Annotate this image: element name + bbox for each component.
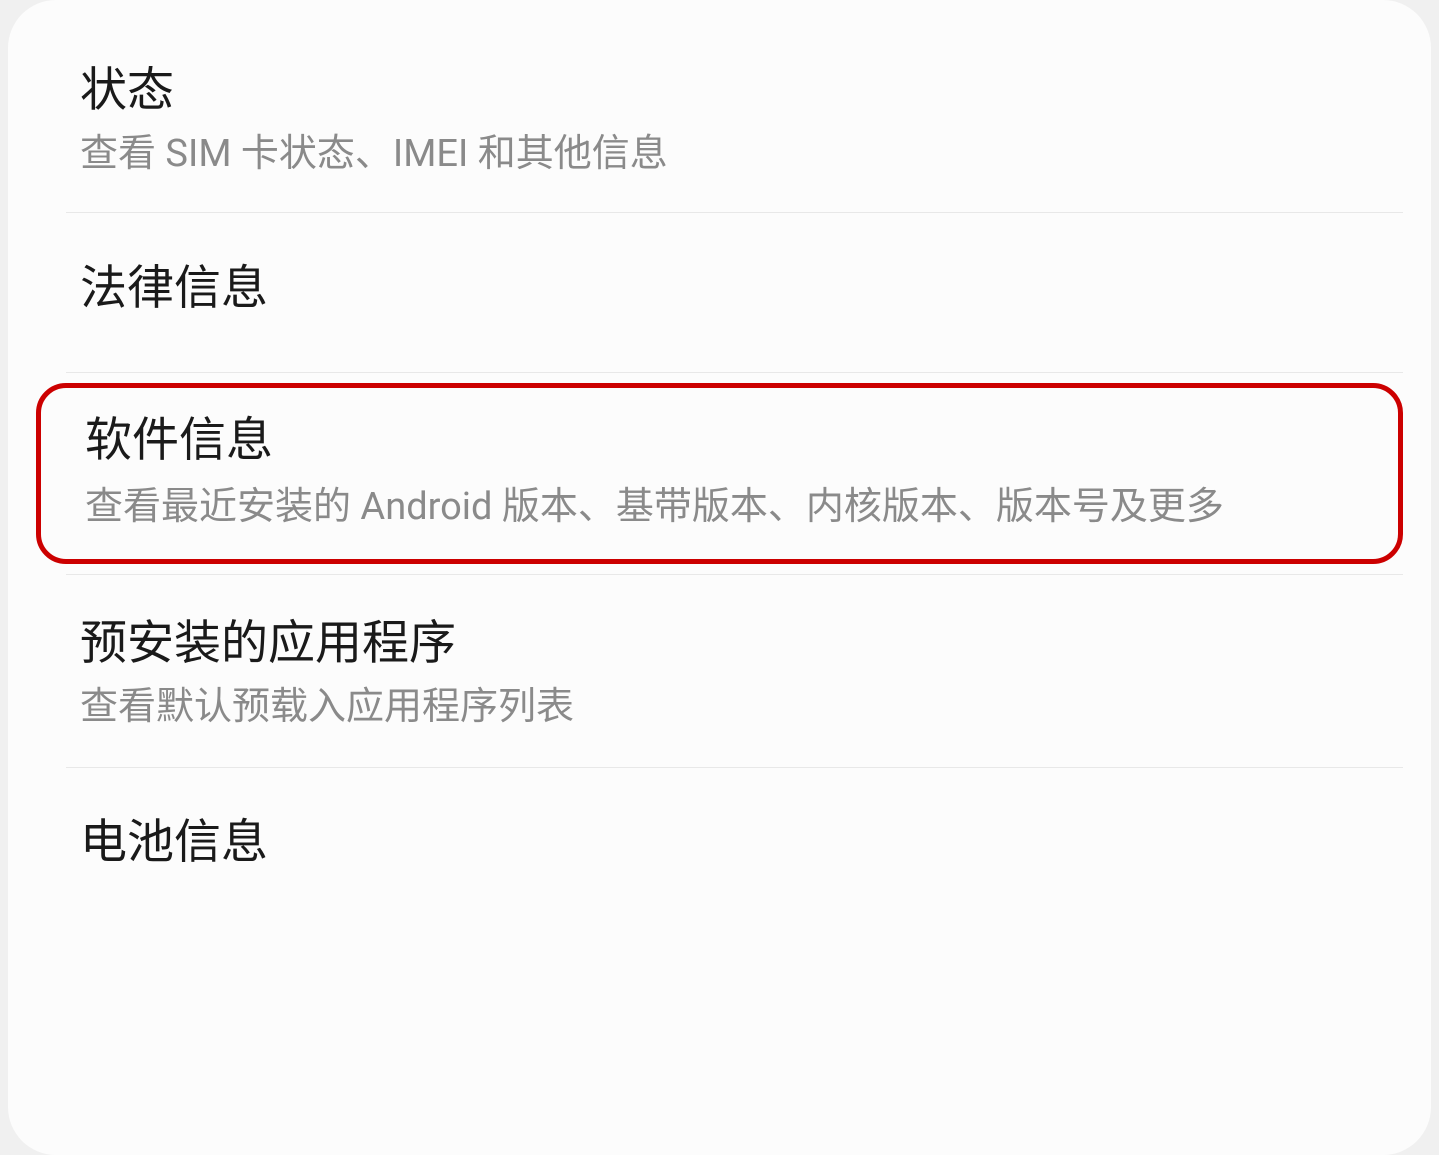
setting-desc-software: 查看最近安装的 Android 版本、基带版本、内核版本、版本号及更多 (85, 482, 1354, 533)
setting-title-software: 软件信息 (85, 410, 1354, 471)
setting-title-status: 状态 (80, 60, 1359, 121)
settings-panel: 状态 查看 SIM 卡状态、IMEI 和其他信息 法律信息 软件信息 查看最近安… (8, 0, 1431, 1155)
setting-item-software[interactable]: 软件信息 查看最近安装的 Android 版本、基带版本、内核版本、版本号及更多 (41, 388, 1398, 558)
setting-title-legal: 法律信息 (80, 258, 1359, 319)
setting-item-battery[interactable]: 电池信息 (8, 768, 1431, 873)
setting-title-battery: 电池信息 (80, 812, 1359, 873)
highlight-box: 软件信息 查看最近安装的 Android 版本、基带版本、内核版本、版本号及更多 (36, 383, 1403, 563)
setting-item-legal[interactable]: 法律信息 (8, 213, 1431, 372)
setting-desc-status: 查看 SIM 卡状态、IMEI 和其他信息 (80, 129, 1359, 180)
divider (66, 372, 1403, 373)
setting-item-status[interactable]: 状态 查看 SIM 卡状态、IMEI 和其他信息 (8, 40, 1431, 212)
setting-title-preinstalled: 预安装的应用程序 (80, 613, 1359, 674)
setting-item-preinstalled[interactable]: 预安装的应用程序 查看默认预载入应用程序列表 (8, 575, 1431, 767)
setting-desc-preinstalled: 查看默认预载入应用程序列表 (80, 682, 1359, 733)
